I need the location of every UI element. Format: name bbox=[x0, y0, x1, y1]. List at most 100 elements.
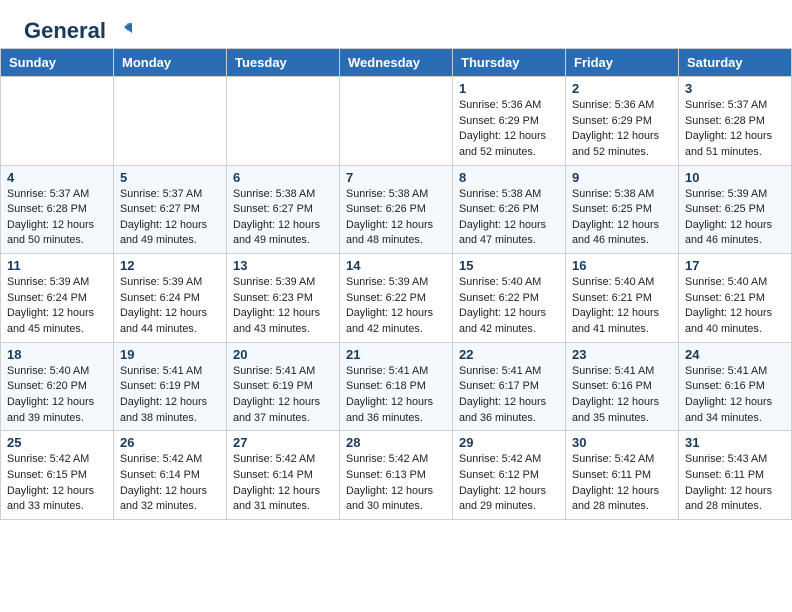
logo-icon bbox=[110, 19, 132, 41]
calendar-body: 1 Sunrise: 5:36 AM Sunset: 6:29 PM Daylig… bbox=[1, 77, 792, 520]
day-number: 23 bbox=[572, 347, 672, 362]
day-info: Sunrise: 5:39 AM Sunset: 6:23 PM Dayligh… bbox=[233, 275, 333, 338]
calendar-header-saturday: Saturday bbox=[679, 49, 792, 77]
calendar-table: SundayMondayTuesdayWednesdayThursdayFrid… bbox=[0, 48, 792, 520]
day-info: Sunrise: 5:40 AM Sunset: 6:22 PM Dayligh… bbox=[459, 275, 559, 338]
day-number: 3 bbox=[685, 81, 785, 96]
calendar-cell: 1 Sunrise: 5:36 AM Sunset: 6:29 PM Daylig… bbox=[453, 77, 566, 166]
calendar-header-thursday: Thursday bbox=[453, 49, 566, 77]
day-info: Sunrise: 5:41 AM Sunset: 6:18 PM Dayligh… bbox=[346, 364, 446, 427]
calendar-cell: 12 Sunrise: 5:39 AM Sunset: 6:24 PM Dayli… bbox=[114, 254, 227, 343]
day-info: Sunrise: 5:40 AM Sunset: 6:21 PM Dayligh… bbox=[685, 275, 785, 338]
day-info: Sunrise: 5:42 AM Sunset: 6:11 PM Dayligh… bbox=[572, 452, 672, 515]
calendar-cell bbox=[1, 77, 114, 166]
calendar-cell: 28Sunrise: 5:42 AM Sunset: 6:13 PM Dayli… bbox=[340, 431, 453, 520]
calendar-header-tuesday: Tuesday bbox=[227, 49, 340, 77]
day-number: 15 bbox=[459, 258, 559, 273]
calendar-cell: 2 Sunrise: 5:36 AM Sunset: 6:29 PM Daylig… bbox=[566, 77, 679, 166]
calendar-cell: 11 Sunrise: 5:39 AM Sunset: 6:24 PM Dayli… bbox=[1, 254, 114, 343]
day-info: Sunrise: 5:39 AM Sunset: 6:25 PM Dayligh… bbox=[685, 187, 785, 250]
calendar-header-friday: Friday bbox=[566, 49, 679, 77]
day-number: 2 bbox=[572, 81, 672, 96]
calendar-cell bbox=[227, 77, 340, 166]
calendar-header-monday: Monday bbox=[114, 49, 227, 77]
day-info: Sunrise: 5:42 AM Sunset: 6:15 PM Dayligh… bbox=[7, 452, 107, 515]
day-info: Sunrise: 5:40 AM Sunset: 6:21 PM Dayligh… bbox=[572, 275, 672, 338]
day-info: Sunrise: 5:42 AM Sunset: 6:14 PM Dayligh… bbox=[120, 452, 220, 515]
day-number: 19 bbox=[120, 347, 220, 362]
day-info: Sunrise: 5:42 AM Sunset: 6:13 PM Dayligh… bbox=[346, 452, 446, 515]
day-number: 30 bbox=[572, 435, 672, 450]
calendar-cell: 29Sunrise: 5:42 AM Sunset: 6:12 PM Dayli… bbox=[453, 431, 566, 520]
calendar-cell: 8 Sunrise: 5:38 AM Sunset: 6:26 PM Daylig… bbox=[453, 165, 566, 254]
day-info: Sunrise: 5:41 AM Sunset: 6:19 PM Dayligh… bbox=[233, 364, 333, 427]
calendar-cell: 26 Sunrise: 5:42 AM Sunset: 6:14 PM Dayli… bbox=[114, 431, 227, 520]
day-number: 11 bbox=[7, 258, 107, 273]
day-number: 27 bbox=[233, 435, 333, 450]
calendar-cell: 24 Sunrise: 5:41 AM Sunset: 6:16 PM Dayli… bbox=[679, 342, 792, 431]
day-info: Sunrise: 5:38 AM Sunset: 6:27 PM Dayligh… bbox=[233, 187, 333, 250]
calendar-cell: 14 Sunrise: 5:39 AM Sunset: 6:22 PM Dayli… bbox=[340, 254, 453, 343]
day-number: 24 bbox=[685, 347, 785, 362]
day-info: Sunrise: 5:39 AM Sunset: 6:22 PM Dayligh… bbox=[346, 275, 446, 338]
calendar-cell: 9 Sunrise: 5:38 AM Sunset: 6:25 PM Daylig… bbox=[566, 165, 679, 254]
calendar-week-3: 11 Sunrise: 5:39 AM Sunset: 6:24 PM Dayli… bbox=[1, 254, 792, 343]
calendar-cell: 5 Sunrise: 5:37 AM Sunset: 6:27 PM Daylig… bbox=[114, 165, 227, 254]
day-info: Sunrise: 5:38 AM Sunset: 6:26 PM Dayligh… bbox=[346, 187, 446, 250]
calendar-cell: 31 Sunrise: 5:43 AM Sunset: 6:11 PM Dayli… bbox=[679, 431, 792, 520]
calendar-cell: 21 Sunrise: 5:41 AM Sunset: 6:18 PM Dayli… bbox=[340, 342, 453, 431]
calendar-cell: 30 Sunrise: 5:42 AM Sunset: 6:11 PM Dayli… bbox=[566, 431, 679, 520]
calendar-week-1: 1 Sunrise: 5:36 AM Sunset: 6:29 PM Daylig… bbox=[1, 77, 792, 166]
day-number: 1 bbox=[459, 81, 559, 96]
day-info: Sunrise: 5:41 AM Sunset: 6:16 PM Dayligh… bbox=[685, 364, 785, 427]
day-number: 6 bbox=[233, 170, 333, 185]
calendar-cell: 18 Sunrise: 5:40 AM Sunset: 6:20 PM Dayli… bbox=[1, 342, 114, 431]
day-number: 4 bbox=[7, 170, 107, 185]
calendar-header-wednesday: Wednesday bbox=[340, 49, 453, 77]
day-info: Sunrise: 5:41 AM Sunset: 6:19 PM Dayligh… bbox=[120, 364, 220, 427]
day-number: 26 bbox=[120, 435, 220, 450]
calendar-cell: 3Sunrise: 5:37 AM Sunset: 6:28 PM Daylig… bbox=[679, 77, 792, 166]
day-info: Sunrise: 5:39 AM Sunset: 6:24 PM Dayligh… bbox=[7, 275, 107, 338]
day-info: Sunrise: 5:41 AM Sunset: 6:16 PM Dayligh… bbox=[572, 364, 672, 427]
calendar-cell: 4 Sunrise: 5:37 AM Sunset: 6:28 PM Daylig… bbox=[1, 165, 114, 254]
day-info: Sunrise: 5:40 AM Sunset: 6:20 PM Dayligh… bbox=[7, 364, 107, 427]
day-number: 17 bbox=[685, 258, 785, 273]
calendar-header-row: SundayMondayTuesdayWednesdayThursdayFrid… bbox=[1, 49, 792, 77]
calendar-cell: 16 Sunrise: 5:40 AM Sunset: 6:21 PM Dayli… bbox=[566, 254, 679, 343]
calendar-cell: 23 Sunrise: 5:41 AM Sunset: 6:16 PM Dayli… bbox=[566, 342, 679, 431]
day-info: Sunrise: 5:39 AM Sunset: 6:24 PM Dayligh… bbox=[120, 275, 220, 338]
calendar-cell bbox=[340, 77, 453, 166]
day-number: 29 bbox=[459, 435, 559, 450]
calendar-cell bbox=[114, 77, 227, 166]
page-header: General bbox=[0, 0, 792, 48]
day-info: Sunrise: 5:37 AM Sunset: 6:27 PM Dayligh… bbox=[120, 187, 220, 250]
day-number: 20 bbox=[233, 347, 333, 362]
day-number: 9 bbox=[572, 170, 672, 185]
day-info: Sunrise: 5:38 AM Sunset: 6:25 PM Dayligh… bbox=[572, 187, 672, 250]
day-info: Sunrise: 5:38 AM Sunset: 6:26 PM Dayligh… bbox=[459, 187, 559, 250]
day-number: 12 bbox=[120, 258, 220, 273]
day-number: 31 bbox=[685, 435, 785, 450]
day-info: Sunrise: 5:36 AM Sunset: 6:29 PM Dayligh… bbox=[459, 98, 559, 161]
calendar-cell: 7 Sunrise: 5:38 AM Sunset: 6:26 PM Daylig… bbox=[340, 165, 453, 254]
day-number: 21 bbox=[346, 347, 446, 362]
day-number: 14 bbox=[346, 258, 446, 273]
calendar-week-2: 4 Sunrise: 5:37 AM Sunset: 6:28 PM Daylig… bbox=[1, 165, 792, 254]
day-info: Sunrise: 5:42 AM Sunset: 6:14 PM Dayligh… bbox=[233, 452, 333, 515]
day-number: 18 bbox=[7, 347, 107, 362]
day-number: 8 bbox=[459, 170, 559, 185]
day-number: 5 bbox=[120, 170, 220, 185]
calendar-cell: 19 Sunrise: 5:41 AM Sunset: 6:19 PM Dayli… bbox=[114, 342, 227, 431]
logo-text-general: General bbox=[24, 18, 106, 44]
logo: General bbox=[24, 18, 132, 40]
calendar-header-sunday: Sunday bbox=[1, 49, 114, 77]
day-number: 7 bbox=[346, 170, 446, 185]
day-info: Sunrise: 5:43 AM Sunset: 6:11 PM Dayligh… bbox=[685, 452, 785, 515]
calendar-week-4: 18 Sunrise: 5:40 AM Sunset: 6:20 PM Dayli… bbox=[1, 342, 792, 431]
day-info: Sunrise: 5:36 AM Sunset: 6:29 PM Dayligh… bbox=[572, 98, 672, 161]
day-number: 16 bbox=[572, 258, 672, 273]
day-info: Sunrise: 5:37 AM Sunset: 6:28 PM Dayligh… bbox=[7, 187, 107, 250]
calendar-cell: 13Sunrise: 5:39 AM Sunset: 6:23 PM Dayli… bbox=[227, 254, 340, 343]
day-number: 25 bbox=[7, 435, 107, 450]
